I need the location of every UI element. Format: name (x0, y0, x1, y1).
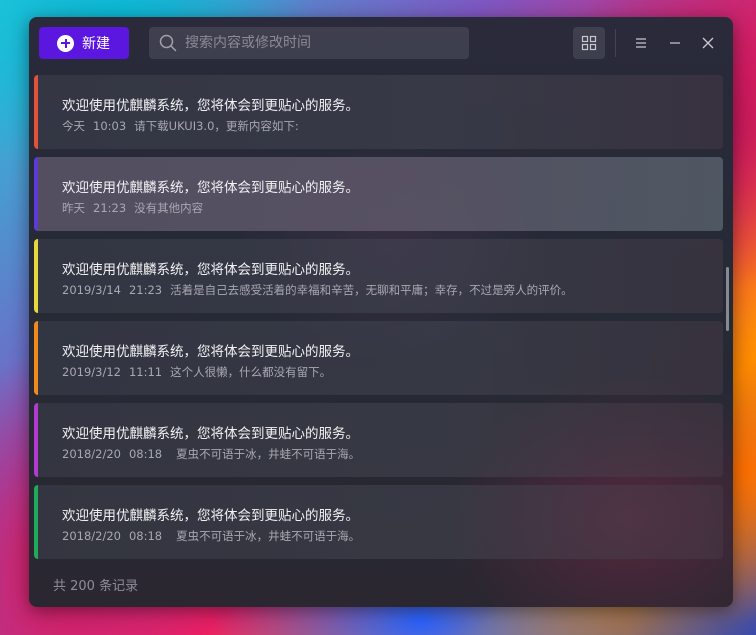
note-date: 2019/3/14 (62, 283, 121, 297)
note-date: 今天 (62, 119, 85, 133)
note-card[interactable]: 欢迎使用优麒麟系统，您将体会到更贴心的服务。 2019/3/12 11:11 这个人… (34, 321, 723, 395)
toolbar-divider (615, 29, 616, 57)
note-color-stripe (34, 403, 38, 477)
note-time: 21:23 (93, 201, 127, 215)
record-count: 共 200 条记录 (53, 579, 139, 594)
close-button[interactable] (696, 31, 720, 55)
note-preview: 请下载UKUI3.0，更新内容如下: (134, 119, 299, 133)
note-meta: 昨天 21:23 没有其他内容 (62, 200, 203, 216)
note-time: 08:18 (128, 529, 163, 543)
new-note-button[interactable]: 新建 (39, 27, 129, 59)
note-meta: 2019/3/12 11:11 这个人很懒，什么都没有留下。 (62, 364, 331, 380)
search-icon (159, 34, 177, 52)
note-meta: 今天 10:03 请下载UKUI3.0，更新内容如下: (62, 118, 299, 134)
note-meta: 2018/2/20 08:18 夏虫不可语于冰，井蛙不可语于海。 (62, 528, 360, 544)
minimize-icon (670, 42, 680, 44)
search-box[interactable] (149, 27, 469, 59)
grid-view-icon (581, 35, 597, 51)
note-title: 欢迎使用优麒麟系统，您将体会到更贴心的服务。 (62, 262, 359, 278)
note-list[interactable]: 欢迎使用优麒麟系统，您将体会到更贴心的服务。 今天 10:03 请下载UKUI3.0… (34, 75, 724, 561)
new-note-label: 新建 (82, 36, 110, 52)
note-preview: 没有其他内容 (134, 201, 204, 215)
note-preview: 夏虫不可语于冰，井蛙不可语于海。 (176, 447, 361, 461)
note-card[interactable]: 欢迎使用优麒麟系统，您将体会到更贴心的服务。 今天 10:03 请下载UKUI3.0… (34, 75, 723, 149)
close-icon (702, 37, 714, 49)
note-date: 昨天 (62, 201, 85, 215)
note-time: 21:23 (128, 283, 163, 297)
list-scrollbar[interactable] (726, 267, 729, 331)
note-date: 2018/2/20 (62, 529, 121, 543)
note-card[interactable]: 欢迎使用优麒麟系统，您将体会到更贴心的服务。 2019/3/14 21:23 活着是… (34, 239, 723, 313)
note-title: 欢迎使用优麒麟系统，您将体会到更贴心的服务。 (62, 426, 359, 442)
note-date: 2019/3/12 (62, 365, 121, 379)
note-color-stripe (34, 75, 38, 149)
note-color-stripe (34, 321, 38, 395)
note-title: 欢迎使用优麒麟系统，您将体会到更贴心的服务。 (62, 98, 359, 114)
note-color-stripe (34, 157, 38, 231)
note-card[interactable]: 欢迎使用优麒麟系统，您将体会到更贴心的服务。 昨天 21:23 没有其他内容 (34, 157, 723, 231)
note-card[interactable]: 欢迎使用优麒麟系统，您将体会到更贴心的服务。 2018/2/20 08:18 夏虫不… (34, 485, 723, 559)
note-title: 欢迎使用优麒麟系统，您将体会到更贴心的服务。 (62, 344, 359, 360)
notes-window: 新建 搜索内容或修改时间 欢迎使用优麒麟系统，您将体会到更贴心的服务。 今天 1… (29, 17, 733, 607)
note-preview: 夏虫不可语于冰，井蛙不可语于海。 (176, 529, 361, 543)
note-title: 欢迎使用优麒麟系统，您将体会到更贴心的服务。 (62, 508, 359, 524)
search-input[interactable] (185, 35, 455, 51)
view-toggle-button[interactable] (573, 27, 605, 59)
note-date: 2018/2/20 (62, 447, 121, 461)
note-title: 欢迎使用优麒麟系统，您将体会到更贴心的服务。 (62, 180, 359, 196)
note-preview: 活着是自己去感受活着的幸福和辛苦，无聊和平庸；幸存，不过是旁人的评价。 (170, 283, 573, 297)
title-bar: 新建 (29, 17, 733, 69)
note-time: 11:11 (128, 365, 163, 379)
plus-circle-icon (57, 34, 74, 52)
minimize-button[interactable] (663, 31, 687, 55)
note-color-stripe (34, 485, 38, 559)
note-card[interactable]: 欢迎使用优麒麟系统，您将体会到更贴心的服务。 2018/2/20 08:18 夏虫不… (34, 403, 723, 477)
note-time: 10:03 (93, 119, 127, 133)
note-color-stripe (34, 239, 38, 313)
note-meta: 2019/3/14 21:23 活着是自己去感受活着的幸福和辛苦，无聊和平庸；幸存，… (62, 282, 573, 298)
note-time: 08:18 (128, 447, 163, 461)
menu-icon (636, 38, 646, 48)
note-preview: 这个人很懒，什么都没有留下。 (170, 365, 332, 379)
note-meta: 2018/2/20 08:18 夏虫不可语于冰，井蛙不可语于海。 (62, 446, 360, 462)
menu-button[interactable] (629, 31, 653, 55)
